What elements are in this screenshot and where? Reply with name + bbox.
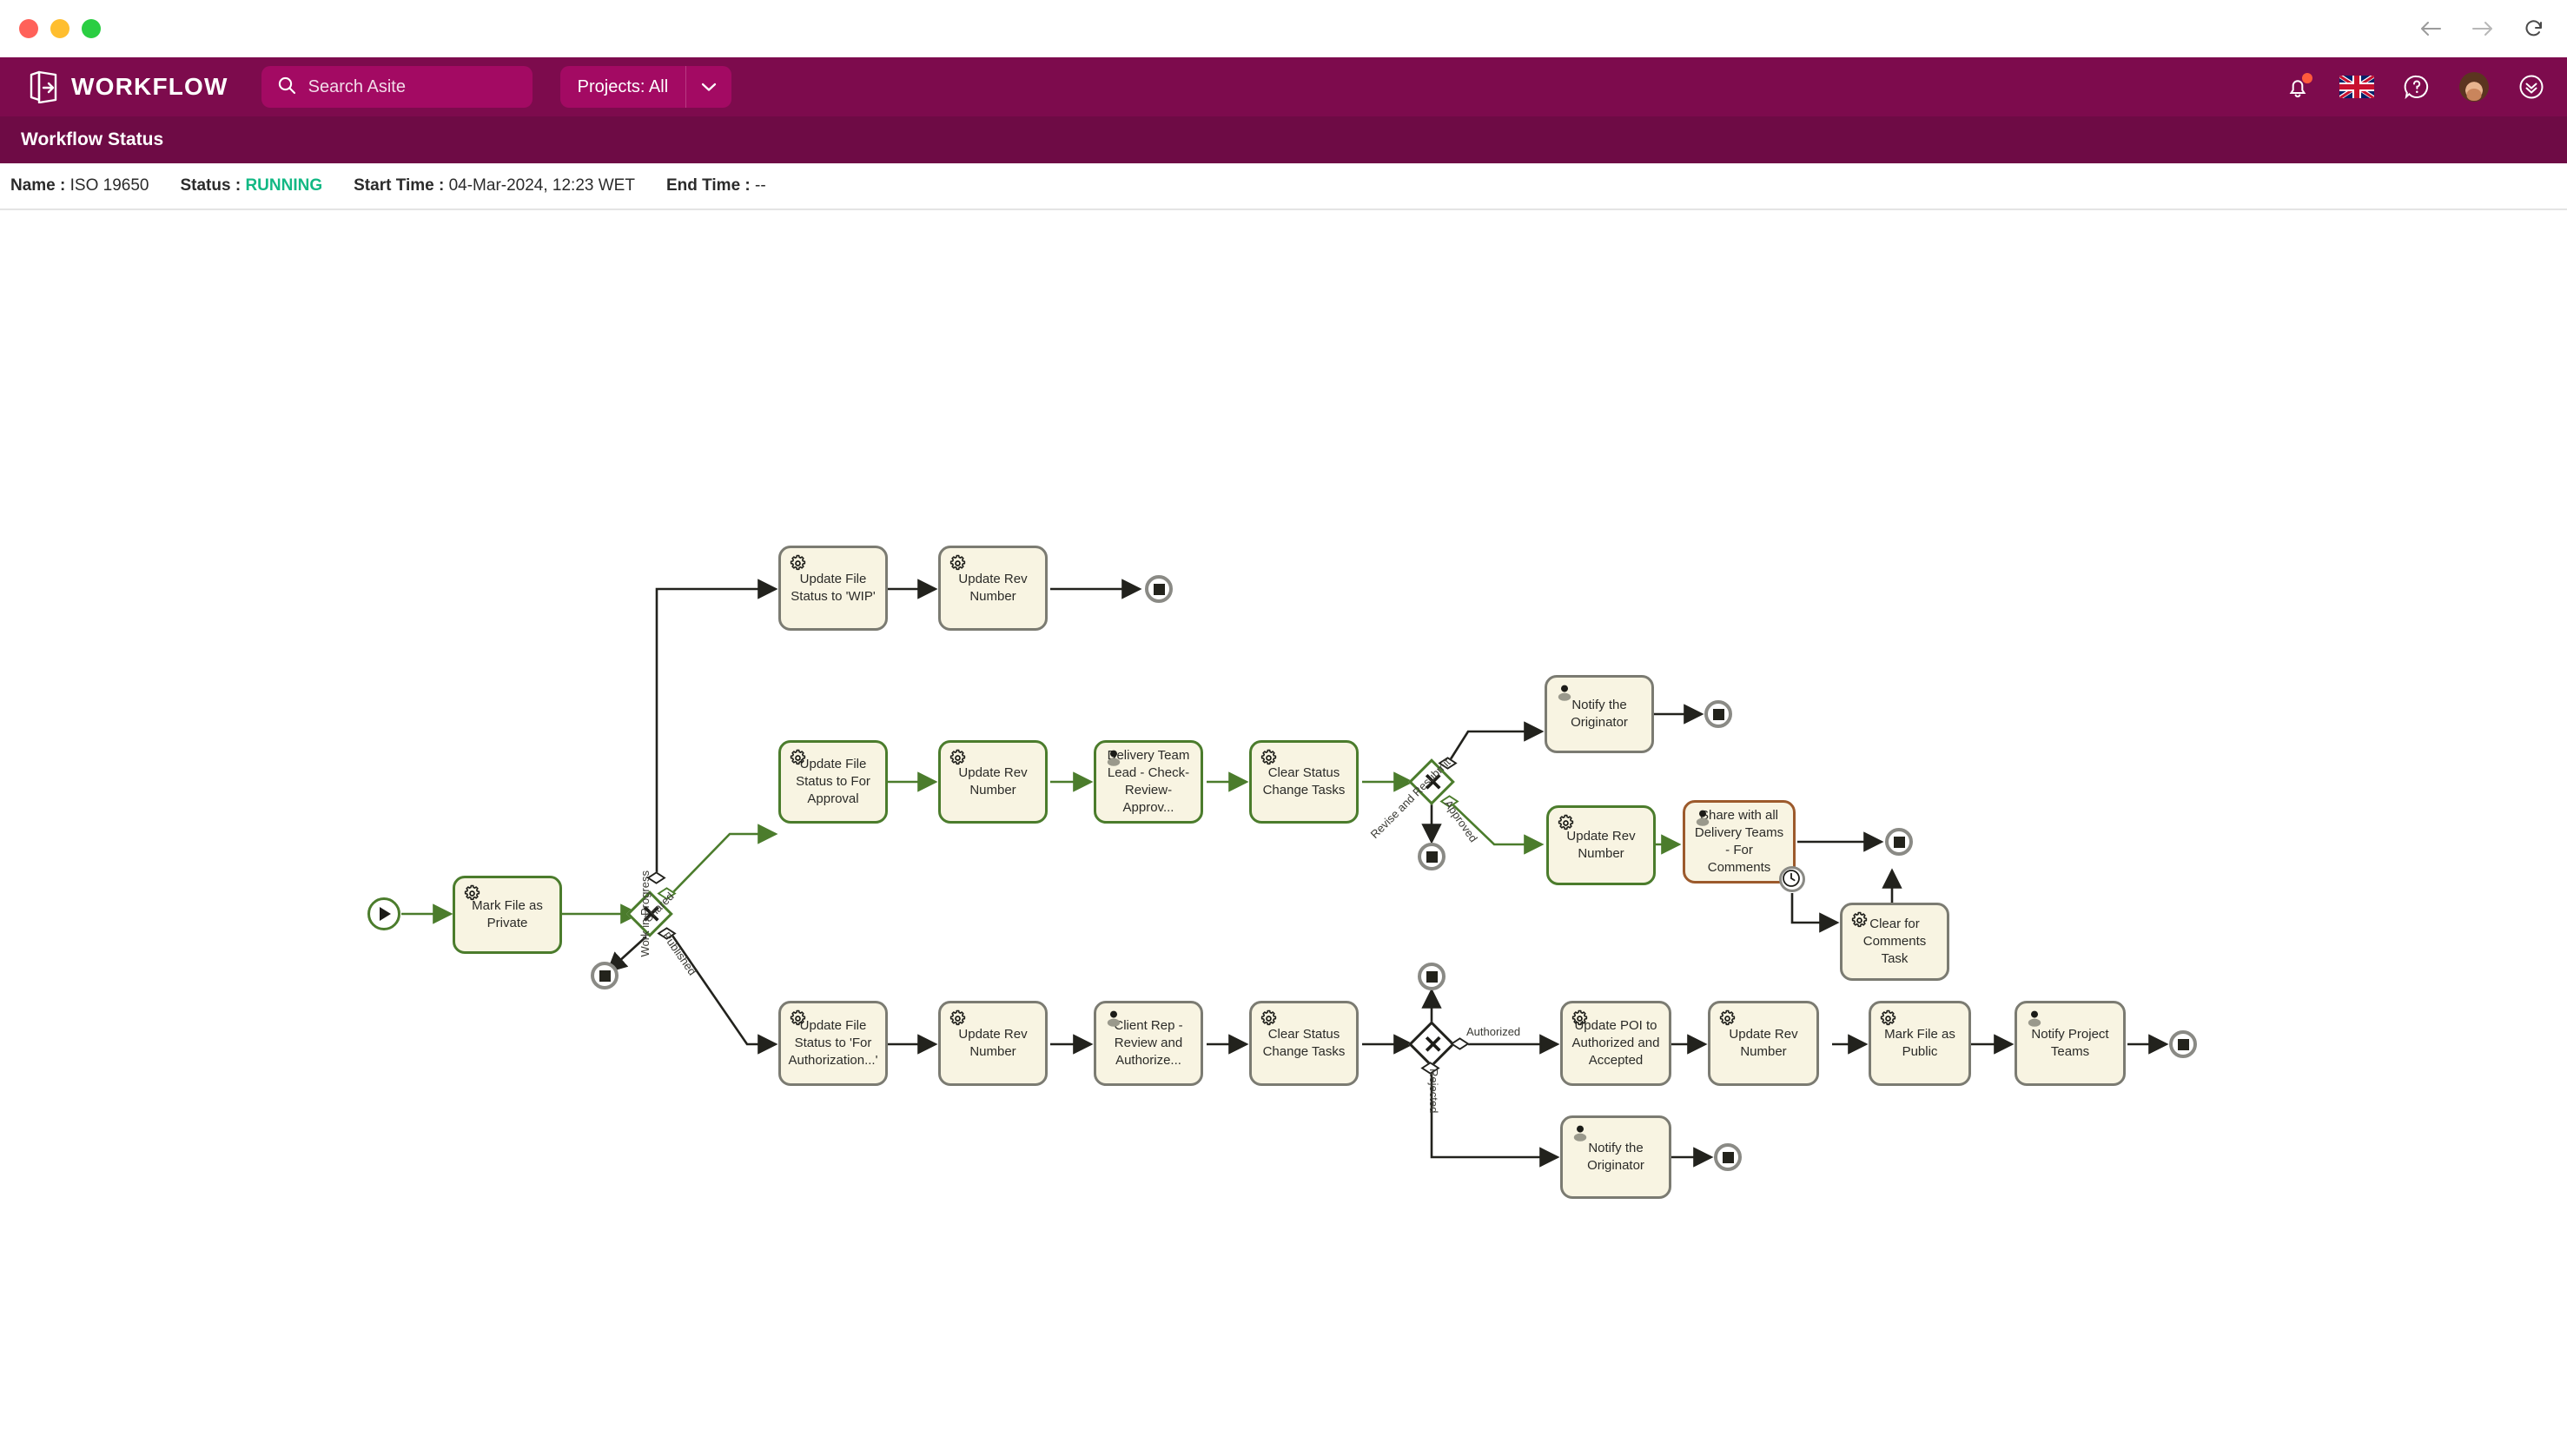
end-event[interactable] (1704, 700, 1732, 728)
notification-badge (2302, 72, 2312, 83)
meta-end-time: End Time : -- (666, 176, 766, 195)
task-label: Update Rev Number (958, 1027, 1028, 1059)
task-label: Update Rev Number (958, 765, 1028, 797)
task-label: Mark File as Public (1884, 1027, 1955, 1059)
task-label: Update Rev Number (958, 572, 1028, 604)
search-input[interactable]: Search Asite (261, 66, 533, 108)
task-update-file-status-for-approval[interactable]: Update File Status to For Approval (778, 740, 888, 824)
notification-bell-icon[interactable] (2286, 72, 2312, 100)
timer-icon[interactable] (1779, 866, 1805, 892)
meta-end-label: End Time : (665, 176, 751, 195)
task-notify-the-originator-bottom[interactable]: Notify the Originator (1560, 1115, 1671, 1199)
task-label: Notify the Originator (1571, 698, 1628, 730)
reload-icon[interactable] (2524, 18, 2544, 39)
search-icon (277, 76, 296, 99)
help-icon[interactable] (2404, 74, 2430, 100)
workflow-status-bar: Workflow Status (0, 116, 2567, 163)
end-event[interactable] (1145, 575, 1173, 603)
end-event[interactable] (1418, 843, 1446, 870)
task-update-file-status-for-authorization[interactable]: Update File Status to 'For Authorization… (778, 1001, 888, 1086)
task-update-poi-authorized-accepted[interactable]: Update POI to Authorized and Accepted (1560, 1001, 1671, 1086)
task-label: Notify the Originator (1587, 1141, 1644, 1173)
task-label: Notify Project Teams (2031, 1027, 2109, 1059)
page-title: Workflow Status (21, 129, 164, 149)
task-label: Update Rev Number (1729, 1027, 1798, 1059)
start-event[interactable] (367, 897, 400, 930)
end-event[interactable] (1714, 1143, 1742, 1171)
task-label: Clear Status Change Tasks (1262, 765, 1346, 797)
task-mark-file-as-private[interactable]: Mark File as Private (453, 876, 562, 954)
window-close-button[interactable] (19, 19, 38, 38)
task-update-rev-number-poi[interactable]: Update Rev Number (1708, 1001, 1819, 1086)
task-client-rep-review-authorize[interactable]: Client Rep - Review and Authorize... (1094, 1001, 1203, 1086)
task-update-rev-number-approval[interactable]: Update Rev Number (938, 740, 1048, 824)
diagram-connectors (401, 579, 2169, 1168)
workflow-diagram-canvas[interactable]: Mark File as Private ✕ Work in Progress … (0, 210, 2567, 1456)
task-update-rev-number-approved[interactable]: Update Rev Number (1546, 805, 1656, 885)
task-label: Update Rev Number (1566, 829, 1636, 861)
brand-label: WORKFLOW (71, 73, 228, 100)
status-badge: RUNNING (245, 176, 323, 195)
projects-filter-select[interactable]: Projects: All (559, 66, 732, 108)
projects-filter-label: Projects: All (577, 76, 669, 96)
meta-start-value: 04-Mar-2024, 12:23 WET (448, 176, 635, 195)
end-event[interactable] (591, 962, 619, 989)
meta-start-label: Start Time : (354, 176, 445, 195)
meta-name-label: Name : (10, 176, 66, 195)
task-delivery-team-lead-review[interactable]: Delivery Team Lead - Check-Review-Approv… (1094, 740, 1203, 824)
task-update-rev-number-authorization[interactable]: Update Rev Number (938, 1001, 1048, 1086)
task-update-file-status-wip[interactable]: Update File Status to 'WIP' (778, 546, 888, 631)
end-event[interactable] (1418, 963, 1446, 990)
window-minimize-button[interactable] (50, 19, 69, 38)
workflow-logo-icon (28, 70, 59, 104)
meta-status: Status : RUNNING (180, 176, 322, 195)
browser-chrome (0, 0, 2567, 57)
language-flag-icon[interactable] (2339, 76, 2374, 98)
task-label: Mark File as Private (472, 898, 543, 930)
task-label: Clear Status Change Tasks (1262, 1027, 1346, 1059)
end-event[interactable] (1885, 828, 1913, 856)
meta-end-value: -- (755, 176, 766, 195)
meta-name-value: ISO 19650 (69, 176, 149, 195)
arrow-right-icon[interactable] (2471, 19, 2494, 38)
window-maximize-button[interactable] (82, 19, 101, 38)
task-notify-project-teams[interactable]: Notify Project Teams (2015, 1001, 2126, 1086)
task-clear-for-comments[interactable]: Clear for Comments Task (1840, 903, 1949, 981)
expand-chevrons-icon[interactable] (2518, 74, 2544, 100)
task-label: Update File Status to 'WIP' (791, 572, 876, 604)
task-clear-status-change-tasks-bottom[interactable]: Clear Status Change Tasks (1249, 1001, 1359, 1086)
task-notify-the-originator-mid[interactable]: Notify the Originator (1545, 675, 1654, 753)
app-header: WORKFLOW Search Asite Projects: All (0, 57, 2567, 116)
flow-label-rejected: Rejected (1427, 1069, 1440, 1114)
arrow-left-icon[interactable] (2419, 19, 2442, 38)
task-mark-file-as-public[interactable]: Mark File as Public (1869, 1001, 1971, 1086)
task-clear-status-change-tasks-mid[interactable]: Clear Status Change Tasks (1249, 740, 1359, 824)
meta-name: Name : ISO 19650 (10, 176, 149, 195)
brand[interactable]: WORKFLOW (28, 70, 228, 104)
end-event[interactable] (2169, 1030, 2197, 1058)
task-share-with-delivery-teams[interactable]: Share with all Delivery Teams - For Comm… (1683, 800, 1796, 884)
chevron-down-icon[interactable] (686, 81, 731, 93)
flow-label-authorized: Authorized (1466, 1025, 1521, 1038)
task-update-rev-number-wip[interactable]: Update Rev Number (938, 546, 1048, 631)
user-avatar[interactable] (2459, 72, 2489, 102)
meta-start-time: Start Time : 04-Mar-2024, 12:23 WET (354, 176, 635, 195)
search-placeholder: Search Asite (308, 76, 406, 96)
header-right-icons (2286, 72, 2544, 102)
workflow-meta-strip: Name : ISO 19650 Status : RUNNING Start … (0, 163, 2567, 210)
browser-nav-buttons (2419, 18, 2544, 39)
window-traffic-lights (19, 19, 101, 38)
meta-status-label: Status : (180, 176, 241, 195)
